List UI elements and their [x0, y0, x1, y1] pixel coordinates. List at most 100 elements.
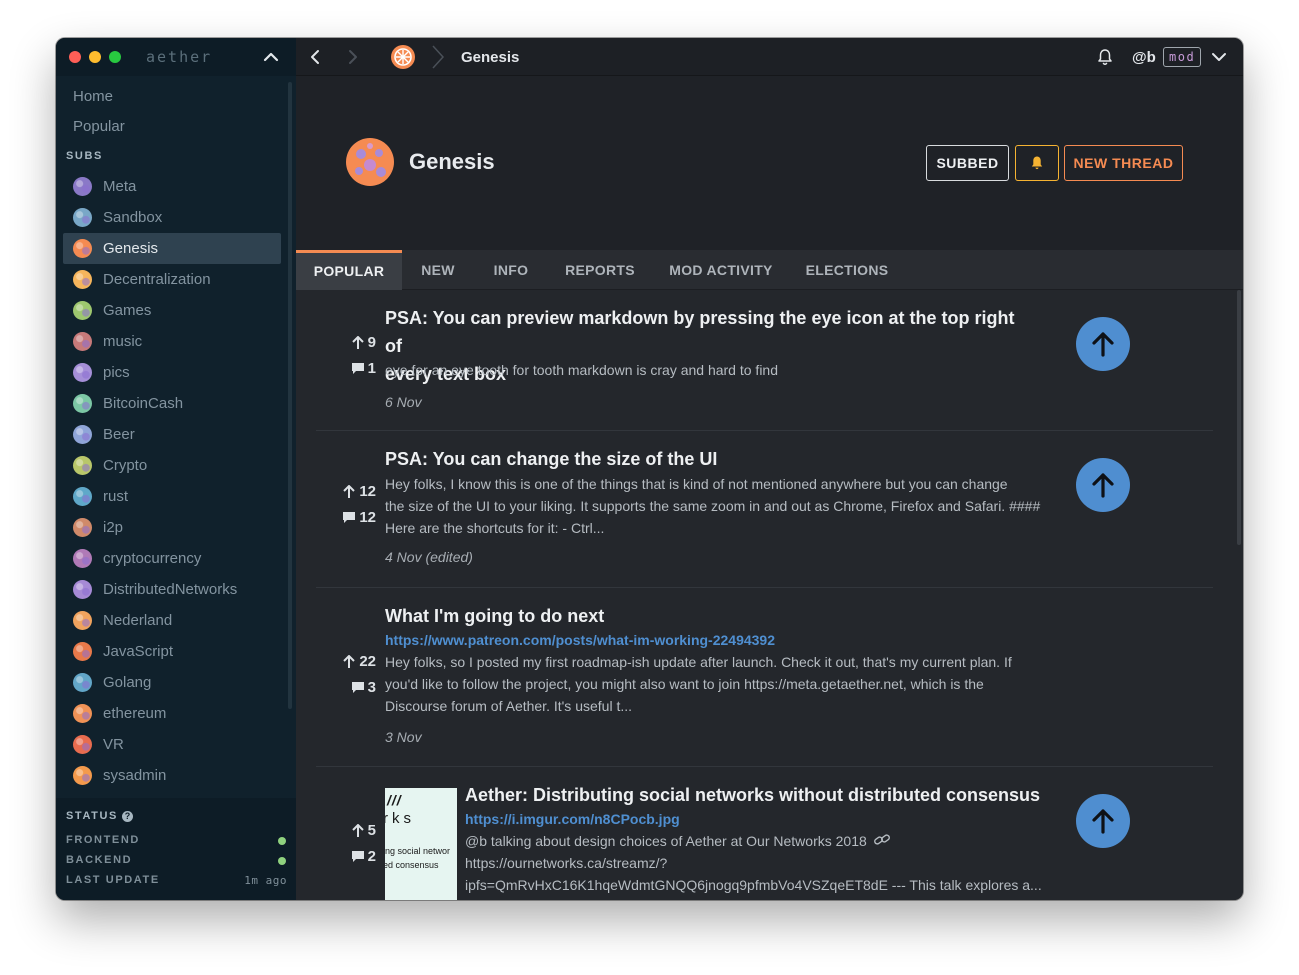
sidebar-titlebar: aether [56, 38, 296, 76]
arrow-up-icon [1092, 473, 1114, 498]
comment-count: 12 [342, 509, 376, 526]
sub-avatar-icon [73, 208, 92, 227]
notifications-bell-icon[interactable] [1096, 48, 1114, 66]
thread-item[interactable]: 5 2 /// rks ing social networ ed consens… [316, 767, 1213, 900]
tab-popular[interactable]: POPULAR [296, 250, 402, 290]
upvote-button[interactable] [1076, 794, 1130, 848]
sidebar-popular-link[interactable]: Popular [73, 118, 125, 135]
comment-icon [351, 682, 364, 693]
sidebar-item-sandbox[interactable]: Sandbox [63, 202, 281, 233]
bell-icon [1031, 156, 1043, 170]
back-arrow-icon[interactable] [307, 48, 325, 66]
help-icon[interactable]: ? [121, 810, 133, 822]
sidebar-item-decentralization[interactable]: Decentralization [63, 264, 281, 295]
frontend-label: FRONTEND [66, 834, 140, 846]
sidebar-item-genesis[interactable]: Genesis [63, 233, 281, 264]
sidebar-home-link[interactable]: Home [73, 88, 113, 105]
thread-date: 4 Nov (edited) [385, 549, 473, 565]
tab-mod-activity[interactable]: MOD ACTIVITY [652, 250, 790, 290]
sidebar-item-music[interactable]: music [63, 326, 281, 357]
close-window-button[interactable] [69, 51, 81, 63]
sidebar-item-label: JavaScript [103, 643, 174, 660]
arrow-up-icon [343, 484, 356, 498]
sidebar-item-label: Games [103, 302, 152, 319]
subs-heading: SUBS [66, 150, 103, 162]
thread-title[interactable]: Aether: Distributing social networks wit… [465, 781, 1065, 809]
content-scrollbar[interactable] [1237, 290, 1241, 545]
sidebar-item-label: Nederland [103, 612, 173, 629]
board-avatar [346, 138, 394, 186]
mod-badge: mod [1163, 47, 1202, 67]
thumbnail-text-small: ing social networ [385, 846, 451, 856]
sidebar-item-javascript[interactable]: JavaScript [63, 636, 281, 667]
sub-avatar-icon [73, 301, 92, 320]
chevron-down-icon[interactable] [1211, 50, 1227, 64]
sidebar-item-rust[interactable]: rust [63, 481, 281, 512]
sidebar-item-label: Genesis [103, 240, 159, 257]
sub-avatar-icon [73, 332, 92, 351]
arrow-up-icon [351, 823, 364, 837]
comment-value: 12 [359, 509, 376, 526]
thread-link[interactable]: https://i.imgur.com/n8CPocb.jpg [465, 811, 680, 827]
chevron-up-icon[interactable] [261, 49, 281, 65]
status-last-update: LAST UPDATE 1m ago [66, 874, 287, 887]
new-thread-button[interactable]: NEW THREAD [1064, 145, 1183, 181]
upvote-value: 9 [367, 334, 376, 351]
sidebar-item-pics[interactable]: pics [63, 357, 281, 388]
thread-body-line: Here are the shortcuts for it: - Ctrl... [385, 520, 605, 536]
sidebar-item-label: Beer [103, 426, 135, 443]
sidebar-item-distributednetworks[interactable]: DistributedNetworks [63, 574, 281, 605]
thread-title[interactable]: What I'm going to do next [385, 602, 1035, 630]
sidebar-item-label: Meta [103, 178, 137, 195]
sidebar-item-vr[interactable]: VR [63, 729, 281, 760]
sidebar-item-cryptocurrency[interactable]: cryptocurrency [63, 543, 281, 574]
sub-avatar-icon [73, 611, 92, 630]
frontend-status-dot [278, 837, 286, 845]
upvote-button[interactable] [1076, 458, 1130, 512]
thread-item[interactable]: 12 12 PSA: You can change the size of th… [316, 431, 1213, 588]
forward-arrow-icon[interactable] [343, 48, 361, 66]
sidebar-item-label: sysadmin [103, 767, 167, 784]
sidebar-item-games[interactable]: Games [63, 295, 281, 326]
sidebar-item-beer[interactable]: Beer [63, 419, 281, 450]
thread-body-line: you'd like to follow the project, you mi… [385, 676, 984, 692]
thread-link[interactable]: https://www.patreon.com/posts/what-im-wo… [385, 632, 775, 648]
tab-info[interactable]: INFO [474, 250, 548, 290]
user-handle[interactable]: @b [1132, 49, 1156, 66]
sidebar-item-meta[interactable]: Meta [63, 171, 281, 202]
thread-title[interactable]: PSA: You can change the size of the UI [385, 445, 1035, 473]
subbed-button[interactable]: SUBBED [926, 145, 1009, 181]
thread-body: Hey folks, so I posted my first roadmap-… [385, 651, 1045, 717]
breadcrumb[interactable]: Genesis [461, 49, 519, 66]
board-notify-button[interactable] [1015, 145, 1059, 181]
upvote-count: 5 [351, 822, 376, 839]
sub-avatar-icon [73, 642, 92, 661]
thumbnail-text-small: ed consensus [385, 860, 439, 870]
sidebar-scrollbar[interactable] [288, 82, 292, 709]
tab-new[interactable]: NEW [402, 250, 474, 290]
sub-avatar-icon [73, 766, 92, 785]
thread-item[interactable]: 9 1 PSA: You can preview markdown by pre… [316, 290, 1213, 431]
sub-avatar-icon [73, 394, 92, 413]
sidebar-item-golang[interactable]: Golang [63, 667, 281, 698]
sidebar-item-i2p[interactable]: i2p [63, 512, 281, 543]
board-logo-icon[interactable] [391, 45, 415, 69]
minimize-window-button[interactable] [89, 51, 101, 63]
thread-body: Hey folks, I know this is one of the thi… [385, 473, 1045, 539]
upvote-button[interactable] [1076, 317, 1130, 371]
tab-elections[interactable]: ELECTIONS [790, 250, 904, 290]
backend-status-dot [278, 857, 286, 865]
thread-list: 9 1 PSA: You can preview markdown by pre… [296, 290, 1243, 900]
thread-item[interactable]: 22 3 What I'm going to do next https://w… [316, 588, 1213, 767]
comment-count: 1 [351, 360, 376, 377]
thread-thumbnail[interactable]: /// rks ing social networ ed consensus [385, 788, 457, 900]
sidebar-item-ethereum[interactable]: ethereum [63, 698, 281, 729]
sidebar-item-bitcoincash[interactable]: BitcoinCash [63, 388, 281, 419]
tab-reports[interactable]: REPORTS [548, 250, 652, 290]
sidebar-item-crypto[interactable]: Crypto [63, 450, 281, 481]
zoom-window-button[interactable] [109, 51, 121, 63]
thread-body-line: the size of the UI to your liking. It su… [385, 498, 1041, 514]
sidebar-item-sysadmin[interactable]: sysadmin [63, 760, 281, 791]
thumbnail-text-large: rks [385, 810, 415, 827]
sidebar-item-nederland[interactable]: Nederland [63, 605, 281, 636]
